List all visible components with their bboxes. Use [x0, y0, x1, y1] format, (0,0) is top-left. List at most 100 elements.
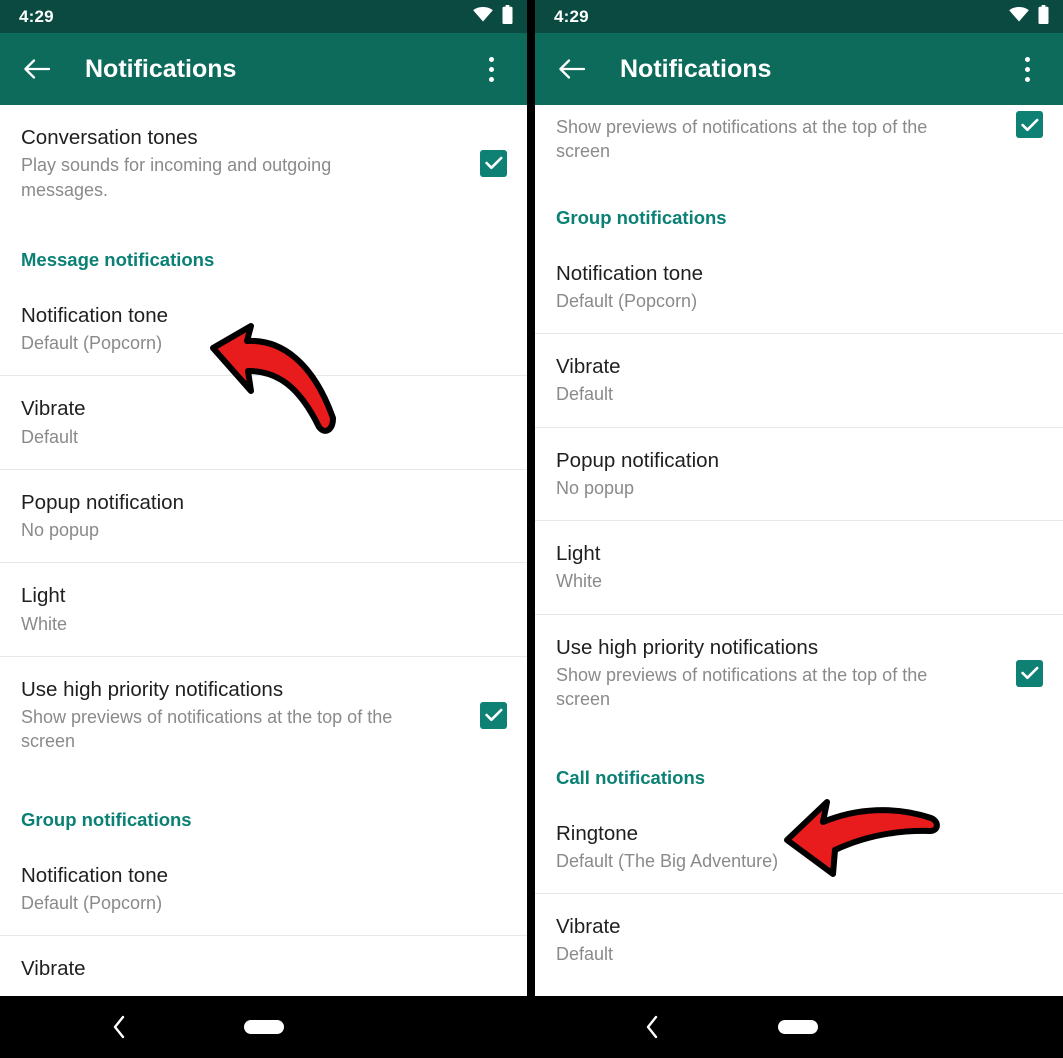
list-item-group-notification-tone[interactable]: Notification tone Default (Popcorn) — [0, 842, 527, 936]
list-item-title: Vibrate — [21, 957, 86, 981]
status-clock: 4:29 — [554, 6, 589, 26]
right-status-bar: 4:29 — [535, 0, 1063, 33]
row-texts: Ringtone Default (The Big Adventure) — [556, 821, 1043, 874]
left-phone-screen: 4:29 Notifications Conversation tones Pl… — [0, 0, 527, 996]
row-texts: Vibrate Default — [21, 396, 507, 449]
list-item-subtitle: Default — [556, 944, 614, 965]
list-item-group-popup-notification[interactable]: Popup notification No popup — [535, 426, 1063, 521]
left-settings-list[interactable]: Conversation tones Play sounds for incom… — [0, 105, 527, 996]
row-texts: Vibrate Default — [556, 354, 1043, 407]
list-item-title: Use high priority notifications — [556, 635, 819, 659]
left-status-bar: 4:29 — [0, 0, 527, 33]
nav-home-pill-icon[interactable] — [778, 1020, 818, 1034]
battery-icon — [502, 4, 513, 29]
list-item-subtitle: Default (The Big Adventure) — [556, 850, 779, 871]
list-item-title: Vibrate — [21, 397, 86, 421]
row-texts: Popup notification No popup — [21, 490, 507, 543]
right-app-bar: Notifications — [535, 33, 1063, 105]
list-item-subtitle: Show previews of notifications at the to… — [21, 707, 393, 752]
row-texts: Show previews of notifications at the to… — [556, 113, 1002, 164]
list-item-subtitle: White — [21, 613, 68, 634]
list-item-title: Popup notification — [556, 448, 719, 472]
list-item-title: Ringtone — [556, 821, 639, 845]
section-header-group-notifications: Group notifications — [535, 179, 1063, 241]
list-item-use-high-priority-notifications-partial[interactable]: Show previews of notifications at the to… — [535, 105, 1063, 180]
list-item-subtitle: Play sounds for incoming and outgoing me… — [21, 155, 332, 200]
list-item-subtitle: Default — [556, 384, 614, 405]
list-item-title: Notification tone — [21, 863, 169, 887]
list-item-subtitle: Show previews of notifications at the to… — [556, 117, 928, 162]
page-title: Notifications — [620, 54, 772, 83]
row-texts: Light White — [21, 583, 507, 636]
list-item-title: Notification tone — [21, 303, 169, 327]
wifi-icon — [1009, 6, 1029, 27]
dual-screenshot-canvas: 4:29 Notifications Conversation tones Pl… — [0, 0, 1063, 1058]
row-texts: Vibrate — [21, 956, 507, 982]
list-item-subtitle: No popup — [556, 477, 635, 498]
list-item-notification-tone[interactable]: Notification tone Default (Popcorn) — [0, 282, 527, 376]
row-texts: Light White — [556, 541, 1043, 594]
status-icon-group — [473, 4, 513, 29]
left-app-bar: Notifications — [0, 33, 527, 105]
panel-separator — [527, 0, 535, 996]
list-item-title: Light — [556, 542, 601, 566]
list-item-group-use-high-priority-notifications[interactable]: Use high priority notifications Show pre… — [535, 613, 1063, 732]
list-item-subtitle: No popup — [21, 520, 100, 541]
list-item-conversation-tones[interactable]: Conversation tones Play sounds for incom… — [0, 105, 527, 222]
wifi-icon — [473, 6, 493, 27]
row-texts: Use high priority notifications Show pre… — [556, 635, 1002, 712]
list-item-title: Popup notification — [21, 490, 184, 514]
nav-home-pill-icon[interactable] — [244, 1020, 284, 1034]
row-texts: Notification tone Default (Popcorn) — [21, 303, 507, 356]
overflow-menu-icon[interactable] — [477, 54, 505, 84]
list-item-subtitle: Default (Popcorn) — [21, 333, 163, 354]
section-header-message-notifications: Message notifications — [0, 221, 527, 283]
nav-back-icon[interactable] — [641, 1014, 663, 1040]
checkbox-checked-icon — [1016, 111, 1043, 138]
list-item-title: Vibrate — [556, 355, 621, 379]
nav-back-icon[interactable] — [108, 1014, 130, 1040]
list-item-group-vibrate[interactable]: Vibrate — [0, 935, 527, 996]
list-item-title: Vibrate — [556, 915, 621, 939]
row-texts: Notification tone Default (Popcorn) — [556, 261, 1043, 314]
list-item-group-vibrate[interactable]: Vibrate Default — [535, 333, 1063, 427]
section-header-call-notifications: Call notifications — [535, 731, 1063, 801]
arrow-left-icon[interactable] — [22, 54, 52, 84]
list-item-light[interactable]: Light White — [0, 562, 527, 656]
overflow-menu-icon[interactable] — [1013, 54, 1041, 84]
list-item-title: Use high priority notifications — [21, 677, 284, 701]
list-item-subtitle: Show previews of notifications at the to… — [556, 664, 928, 710]
list-item-use-high-priority-notifications[interactable]: Use high priority notifications Show pre… — [0, 655, 527, 774]
row-texts: Vibrate Default — [556, 914, 1043, 967]
list-item-group-notification-tone[interactable]: Notification tone Default (Popcorn) — [535, 240, 1063, 334]
checkbox-conversation-tones[interactable] — [480, 149, 507, 177]
list-item-title: Notification tone — [556, 261, 704, 285]
right-nav-group — [531, 996, 1063, 1058]
list-item-ringtone[interactable]: Ringtone Default (The Big Adventure) — [535, 800, 1063, 894]
arrow-left-icon[interactable] — [557, 54, 587, 84]
checkbox-use-high-priority-notifications[interactable] — [1016, 111, 1043, 138]
page-title: Notifications — [85, 54, 237, 83]
status-clock: 4:29 — [19, 6, 54, 26]
list-item-group-light[interactable]: Light White — [535, 520, 1063, 614]
list-item-title: Light — [21, 584, 66, 608]
status-icon-group — [1009, 4, 1049, 29]
left-nav-group — [0, 996, 531, 1058]
list-item-subtitle: White — [556, 571, 603, 592]
list-item-vibrate[interactable]: Vibrate Default — [0, 375, 527, 469]
row-texts: Conversation tones Play sounds for incom… — [21, 125, 466, 202]
row-texts: Notification tone Default (Popcorn) — [21, 863, 507, 916]
list-item-subtitle: Default (Popcorn) — [556, 290, 698, 311]
checkbox-use-high-priority-notifications[interactable] — [480, 701, 507, 729]
checkbox-group-use-high-priority-notifications[interactable] — [1016, 659, 1043, 687]
right-phone-screen: 4:29 Notifications Show previews of noti… — [535, 0, 1063, 996]
row-texts: Popup notification No popup — [556, 448, 1043, 501]
checkbox-checked-icon — [480, 149, 507, 177]
section-header-group-notifications: Group notifications — [0, 773, 527, 843]
list-item-title: Conversation tones — [21, 126, 198, 149]
list-item-popup-notification[interactable]: Popup notification No popup — [0, 468, 527, 563]
list-item-call-vibrate[interactable]: Vibrate Default — [535, 893, 1063, 987]
battery-icon — [1038, 4, 1049, 29]
right-settings-list[interactable]: Show previews of notifications at the to… — [535, 105, 1063, 987]
list-item-subtitle: Default — [21, 426, 79, 447]
